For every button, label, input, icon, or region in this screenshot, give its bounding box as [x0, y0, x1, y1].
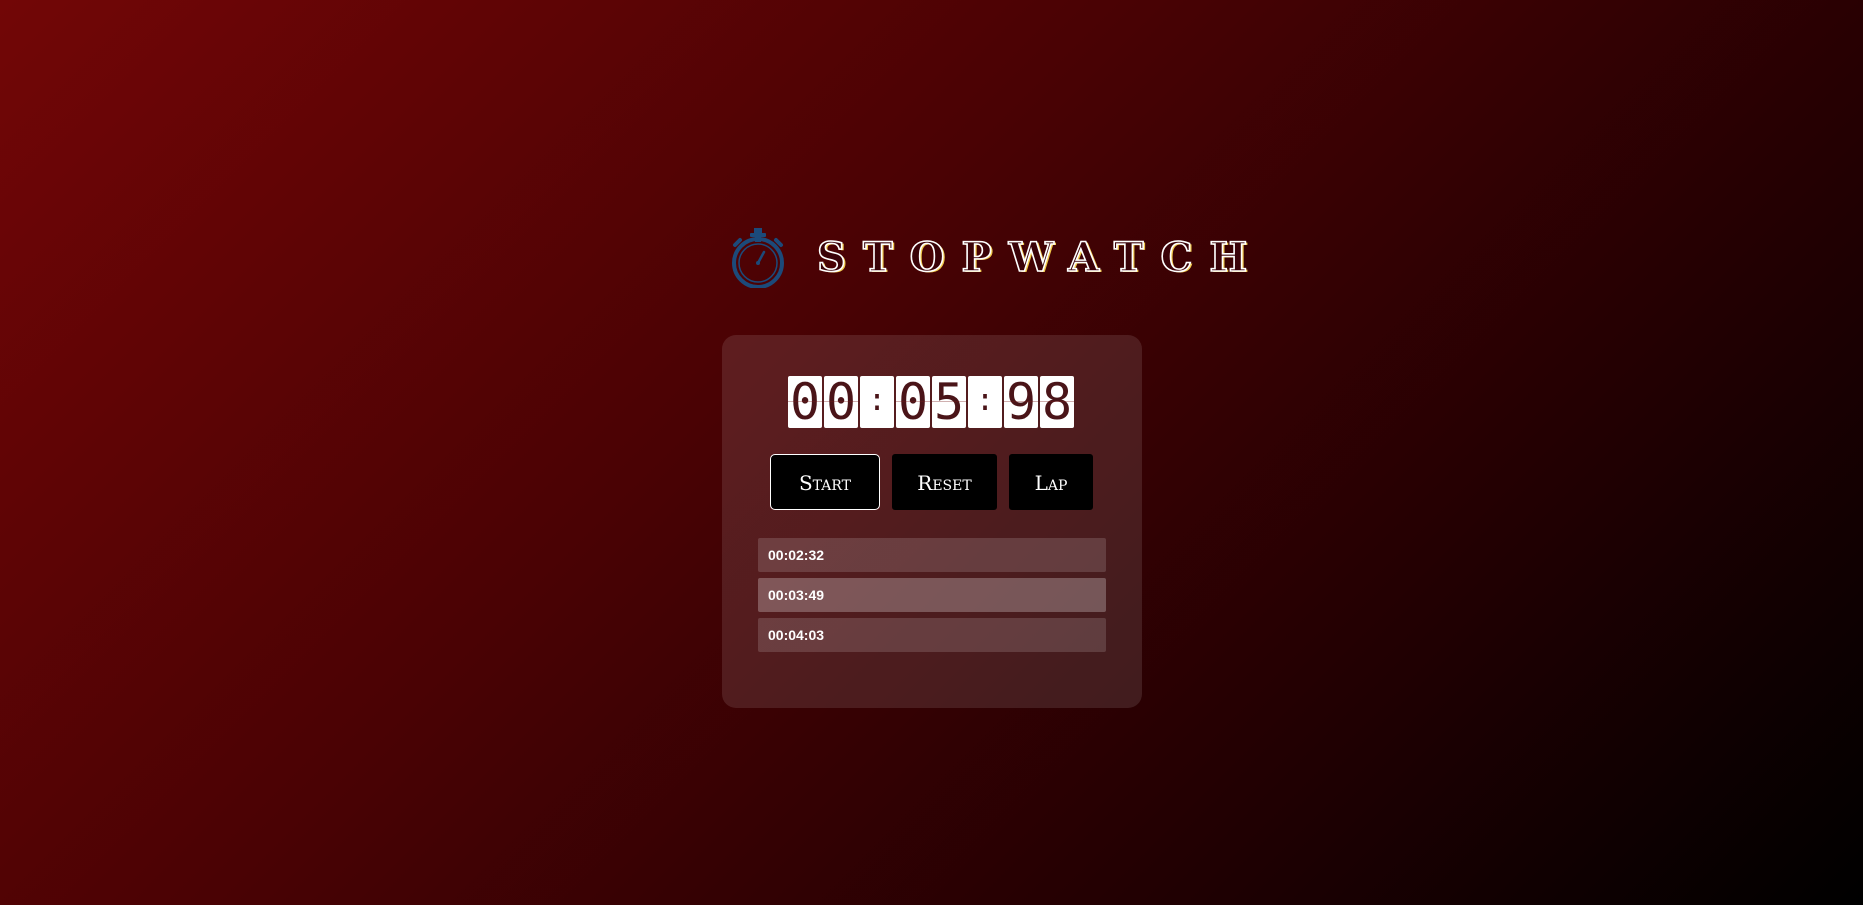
- reset-button[interactable]: Reset: [892, 454, 997, 510]
- seconds-ones-digit: 5: [932, 376, 966, 428]
- lap-item: 00:02:32: [758, 538, 1106, 572]
- app-title: STOPWATCH: [816, 234, 1265, 281]
- minutes-tens-digit: 0: [788, 376, 822, 428]
- stopwatch-icon: [732, 228, 784, 288]
- lap-list: 00:02:32 00:03:49 00:04:03: [758, 538, 1106, 658]
- start-button[interactable]: Start: [770, 454, 880, 510]
- control-buttons: Start Reset Lap: [770, 454, 1093, 510]
- time-display: 0 0 : 0 5 : 9 8: [788, 376, 1074, 428]
- seconds-tens-digit: 0: [896, 376, 930, 428]
- lap-item: 00:04:03: [758, 618, 1106, 652]
- centiseconds-ones-digit: 8: [1040, 376, 1074, 428]
- time-separator: :: [860, 376, 894, 428]
- centiseconds-tens-digit: 9: [1004, 376, 1038, 428]
- stopwatch-card: 0 0 : 0 5 : 9 8 Start Reset Lap 00:02:32…: [722, 335, 1142, 708]
- lap-button[interactable]: Lap: [1009, 454, 1093, 510]
- minutes-ones-digit: 0: [824, 376, 858, 428]
- lap-item: 00:03:49: [758, 578, 1106, 612]
- time-separator: :: [968, 376, 1002, 428]
- app-header: STOPWATCH: [729, 228, 1264, 288]
